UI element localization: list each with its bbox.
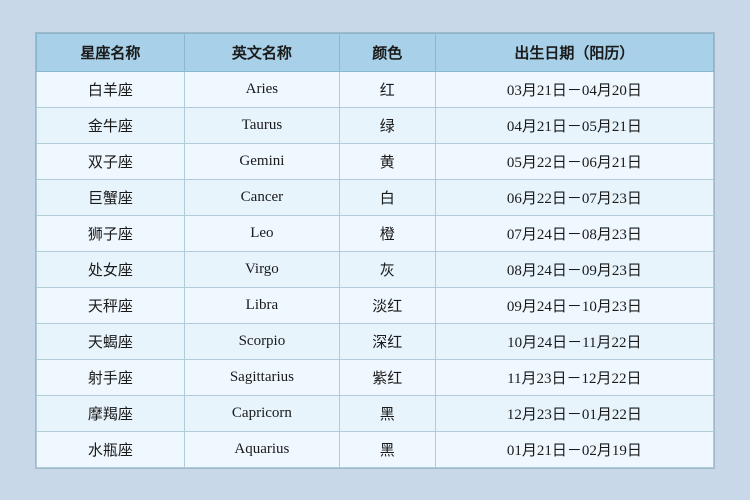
table-cell-6-3: 09月24日－10月23日	[435, 287, 713, 323]
table-cell-1-0: 金牛座	[37, 107, 185, 143]
table-cell-7-0: 天蝎座	[37, 323, 185, 359]
table-cell-6-0: 天秤座	[37, 287, 185, 323]
table-header-row: 星座名称英文名称颜色出生日期（阳历）	[37, 33, 714, 71]
zodiac-table-container: 星座名称英文名称颜色出生日期（阳历） 白羊座Aries红03月21日－04月20…	[35, 32, 715, 469]
table-row: 摩羯座Capricorn黑12月23日－01月22日	[37, 395, 714, 431]
table-row: 双子座Gemini黄05月22日－06月21日	[37, 143, 714, 179]
table-cell-4-0: 狮子座	[37, 215, 185, 251]
table-cell-1-3: 04月21日－05月21日	[435, 107, 713, 143]
table-cell-0-2: 红	[339, 71, 435, 107]
table-cell-8-3: 11月23日－12月22日	[435, 359, 713, 395]
table-cell-5-1: Virgo	[184, 251, 339, 287]
table-cell-2-3: 05月22日－06月21日	[435, 143, 713, 179]
table-cell-10-0: 水瓶座	[37, 431, 185, 467]
table-row: 天蝎座Scorpio深红10月24日－11月22日	[37, 323, 714, 359]
table-cell-9-1: Capricorn	[184, 395, 339, 431]
table-cell-3-0: 巨蟹座	[37, 179, 185, 215]
table-row: 巨蟹座Cancer白06月22日－07月23日	[37, 179, 714, 215]
table-row: 天秤座Libra淡红09月24日－10月23日	[37, 287, 714, 323]
table-cell-5-3: 08月24日－09月23日	[435, 251, 713, 287]
table-cell-3-2: 白	[339, 179, 435, 215]
table-cell-2-2: 黄	[339, 143, 435, 179]
table-cell-2-0: 双子座	[37, 143, 185, 179]
table-cell-0-1: Aries	[184, 71, 339, 107]
column-header-0: 星座名称	[37, 33, 185, 71]
table-cell-8-2: 紫红	[339, 359, 435, 395]
table-cell-7-3: 10月24日－11月22日	[435, 323, 713, 359]
zodiac-table: 星座名称英文名称颜色出生日期（阳历） 白羊座Aries红03月21日－04月20…	[36, 33, 714, 468]
table-row: 金牛座Taurus绿04月21日－05月21日	[37, 107, 714, 143]
column-header-2: 颜色	[339, 33, 435, 71]
column-header-3: 出生日期（阳历）	[435, 33, 713, 71]
table-row: 水瓶座Aquarius黑01月21日－02月19日	[37, 431, 714, 467]
column-header-1: 英文名称	[184, 33, 339, 71]
table-cell-7-2: 深红	[339, 323, 435, 359]
table-body: 白羊座Aries红03月21日－04月20日金牛座Taurus绿04月21日－0…	[37, 71, 714, 467]
table-cell-10-2: 黑	[339, 431, 435, 467]
table-row: 白羊座Aries红03月21日－04月20日	[37, 71, 714, 107]
table-cell-6-1: Libra	[184, 287, 339, 323]
table-cell-1-1: Taurus	[184, 107, 339, 143]
table-cell-9-2: 黑	[339, 395, 435, 431]
table-cell-3-1: Cancer	[184, 179, 339, 215]
table-cell-2-1: Gemini	[184, 143, 339, 179]
table-cell-1-2: 绿	[339, 107, 435, 143]
table-cell-6-2: 淡红	[339, 287, 435, 323]
table-cell-3-3: 06月22日－07月23日	[435, 179, 713, 215]
table-cell-4-1: Leo	[184, 215, 339, 251]
table-row: 处女座Virgo灰08月24日－09月23日	[37, 251, 714, 287]
table-cell-4-2: 橙	[339, 215, 435, 251]
table-cell-10-1: Aquarius	[184, 431, 339, 467]
table-cell-5-2: 灰	[339, 251, 435, 287]
table-cell-4-3: 07月24日－08月23日	[435, 215, 713, 251]
table-cell-8-1: Sagittarius	[184, 359, 339, 395]
table-cell-9-3: 12月23日－01月22日	[435, 395, 713, 431]
table-row: 狮子座Leo橙07月24日－08月23日	[37, 215, 714, 251]
table-cell-0-3: 03月21日－04月20日	[435, 71, 713, 107]
table-cell-7-1: Scorpio	[184, 323, 339, 359]
table-cell-9-0: 摩羯座	[37, 395, 185, 431]
table-row: 射手座Sagittarius紫红11月23日－12月22日	[37, 359, 714, 395]
table-cell-5-0: 处女座	[37, 251, 185, 287]
table-cell-0-0: 白羊座	[37, 71, 185, 107]
table-cell-10-3: 01月21日－02月19日	[435, 431, 713, 467]
table-cell-8-0: 射手座	[37, 359, 185, 395]
